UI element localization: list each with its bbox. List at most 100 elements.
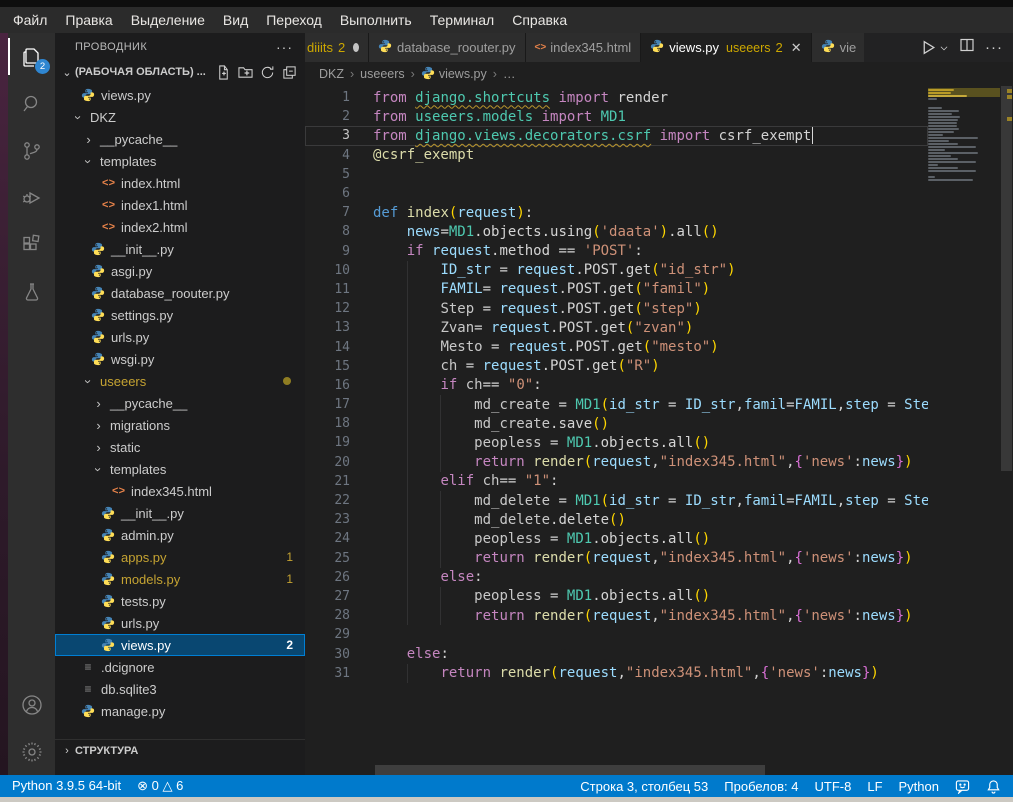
code-line[interactable]: 28 return render(request,"index345.html"… bbox=[305, 606, 928, 625]
code-line[interactable]: 12 Step = request.POST.get("step") bbox=[305, 299, 928, 318]
tree-item-tests-py[interactable]: tests.py bbox=[55, 590, 305, 612]
code-line[interactable]: 6 bbox=[305, 184, 928, 203]
tree-item-useeers[interactable]: ›useeers bbox=[55, 370, 305, 392]
tree-item--dcignore[interactable]: ≡.dcignore bbox=[55, 656, 305, 678]
code-line[interactable]: 16 if ch== "0": bbox=[305, 376, 928, 395]
code-line[interactable]: 4@csrf_exempt bbox=[305, 146, 928, 165]
testing-icon[interactable] bbox=[8, 268, 55, 315]
tree-item-database-roouter-py[interactable]: database_roouter.py bbox=[55, 282, 305, 304]
code-line[interactable]: 20 return render(request,"index345.html"… bbox=[305, 453, 928, 472]
tree-item-index345-html[interactable]: < >index345.html bbox=[55, 480, 305, 502]
tree-item-dkz[interactable]: ›DKZ bbox=[55, 106, 305, 128]
breadcrumb-item[interactable]: views.py bbox=[439, 67, 487, 81]
close-tab-icon[interactable]: ✕ bbox=[791, 40, 802, 56]
tree-item-wsgi-py[interactable]: wsgi.py bbox=[55, 348, 305, 370]
sidebar-more-actions[interactable]: ··· bbox=[276, 39, 293, 55]
tree-item-index2-html[interactable]: < >index2.html bbox=[55, 216, 305, 238]
code-line[interactable]: 23 md_delete.delete() bbox=[305, 510, 928, 529]
refresh-icon[interactable] bbox=[260, 65, 275, 80]
menu-item-справка[interactable]: Справка bbox=[503, 10, 576, 30]
code-line[interactable]: 21 elif ch== "1": bbox=[305, 472, 928, 491]
code-line[interactable]: 2from useeers.models import MD1 bbox=[305, 107, 928, 126]
code-editor[interactable]: 1from django.shortcuts import render2fro… bbox=[305, 86, 1013, 775]
tree-item-manage-py[interactable]: manage.py bbox=[55, 700, 305, 722]
extensions-icon[interactable] bbox=[8, 221, 55, 268]
collapse-folders-icon[interactable] bbox=[282, 65, 297, 80]
feedback-icon[interactable] bbox=[947, 779, 978, 794]
tree-item-db-sqlite3[interactable]: ≡db.sqlite3 bbox=[55, 678, 305, 700]
notifications-bell-icon[interactable] bbox=[978, 779, 1009, 794]
code-line[interactable]: 25 return render(request,"index345.html"… bbox=[305, 549, 928, 568]
status-python-interpreter[interactable]: Python 3.9.5 64-bit bbox=[4, 778, 129, 793]
status-indentation[interactable]: Пробелов: 4 bbox=[716, 779, 806, 794]
editor-tab-vie[interactable]: vie bbox=[812, 33, 864, 62]
tree-item-migrations[interactable]: ›migrations bbox=[55, 414, 305, 436]
tree-item-templates[interactable]: ›templates bbox=[55, 150, 305, 172]
code-line[interactable]: 13 Zvan= request.POST.get("zvan") bbox=[305, 318, 928, 337]
code-line[interactable]: 27 peopless = MD1.objects.all() bbox=[305, 587, 928, 606]
minimap[interactable] bbox=[928, 88, 1000, 181]
breadcrumb-item[interactable]: … bbox=[503, 67, 516, 81]
explorer-icon[interactable]: 2 bbox=[8, 33, 55, 80]
code-line[interactable]: 11 FAMIL= request.POST.get("famil") bbox=[305, 280, 928, 299]
tree-item--init-py[interactable]: __init__.py bbox=[55, 238, 305, 260]
menu-item-выполнить[interactable]: Выполнить bbox=[331, 10, 421, 30]
code-line[interactable]: 24 peopless = MD1.objects.all() bbox=[305, 529, 928, 548]
code-line[interactable]: 17 md_create = MD1(id_str = ID_str,famil… bbox=[305, 395, 928, 414]
status-eol[interactable]: LF bbox=[859, 779, 890, 794]
account-icon[interactable] bbox=[8, 681, 55, 728]
menu-item-правка[interactable]: Правка bbox=[56, 10, 121, 30]
status-encoding[interactable]: UTF-8 bbox=[807, 779, 860, 794]
tree-item-urls-py[interactable]: urls.py bbox=[55, 612, 305, 634]
run-python-file-button[interactable] bbox=[920, 39, 949, 56]
horizontal-scrollbar-thumb[interactable] bbox=[375, 765, 765, 775]
breadcrumb-item[interactable]: useeers bbox=[360, 67, 404, 81]
tree-item-urls-py[interactable]: urls.py bbox=[55, 326, 305, 348]
tree-item--pycache-[interactable]: ›__pycache__ bbox=[55, 128, 305, 150]
source-control-icon[interactable] bbox=[8, 127, 55, 174]
tree-item-asgi-py[interactable]: asgi.py bbox=[55, 260, 305, 282]
editor-tab-index345-html[interactable]: < >index345.html bbox=[526, 33, 642, 62]
menu-item-файл[interactable]: Файл bbox=[4, 10, 56, 30]
code-line[interactable]: 22 md_delete = MD1(id_str = ID_str,famil… bbox=[305, 491, 928, 510]
workspace-section-header[interactable]: ⌄ (РАБОЧАЯ ОБЛАСТЬ) ... bbox=[55, 60, 305, 84]
tree-item--init-py[interactable]: __init__.py bbox=[55, 502, 305, 524]
more-actions-button[interactable]: ··· bbox=[985, 39, 1003, 56]
code-line[interactable]: 15 ch = request.POST.get("R") bbox=[305, 357, 928, 376]
tree-item--pycache-[interactable]: ›__pycache__ bbox=[55, 392, 305, 414]
search-icon[interactable] bbox=[8, 80, 55, 127]
new-folder-icon[interactable] bbox=[238, 65, 253, 80]
tree-item-views-py[interactable]: views.py bbox=[55, 84, 305, 106]
code-line[interactable]: 14 Mesto = request.POST.get("mesto") bbox=[305, 337, 928, 356]
code-line[interactable]: 10 ID_str = request.POST.get("id_str") bbox=[305, 261, 928, 280]
breadcrumb-item[interactable]: DKZ bbox=[319, 67, 344, 81]
menu-item-выделение[interactable]: Выделение bbox=[122, 10, 214, 30]
tree-item-static[interactable]: ›static bbox=[55, 436, 305, 458]
code-line[interactable]: 19 peopless = MD1.objects.all() bbox=[305, 433, 928, 452]
code-line[interactable]: 8 news=MD1.objects.using('daata').all() bbox=[305, 222, 928, 241]
settings-gear-icon[interactable] bbox=[8, 728, 55, 775]
vertical-scrollbar-thumb[interactable] bbox=[1001, 86, 1012, 471]
editor-tab-views-py[interactable]: views.pyuseeers2✕ bbox=[641, 33, 811, 62]
outline-section-header[interactable]: › СТРУКТУРА bbox=[55, 739, 305, 761]
tree-item-index1-html[interactable]: < >index1.html bbox=[55, 194, 305, 216]
tree-item-views-py[interactable]: views.py2 bbox=[55, 634, 305, 656]
new-file-icon[interactable] bbox=[216, 65, 231, 80]
code-line[interactable]: 5 bbox=[305, 165, 928, 184]
code-line[interactable]: 31 return render(request,"index345.html"… bbox=[305, 664, 928, 683]
code-line[interactable]: 29 bbox=[305, 625, 928, 644]
code-line[interactable]: 9 if request.method == 'POST': bbox=[305, 242, 928, 261]
status-language-mode[interactable]: Python bbox=[891, 779, 947, 794]
modified-dot-icon[interactable] bbox=[353, 43, 359, 52]
menu-item-переход[interactable]: Переход bbox=[257, 10, 331, 30]
tree-item-templates[interactable]: ›templates bbox=[55, 458, 305, 480]
tree-item-settings-py[interactable]: settings.py bbox=[55, 304, 305, 326]
editor-tab-database-roouter-py[interactable]: database_roouter.py bbox=[369, 33, 526, 62]
tree-item-apps-py[interactable]: apps.py1 bbox=[55, 546, 305, 568]
breadcrumb[interactable]: DKZ›useeers›views.py›… bbox=[305, 62, 1013, 86]
code-line[interactable]: 7def index(request): bbox=[305, 203, 928, 222]
tree-item-admin-py[interactable]: admin.py bbox=[55, 524, 305, 546]
code-line[interactable]: 30 else: bbox=[305, 644, 928, 663]
code-line[interactable]: 3from django.views.decorators.csrf impor… bbox=[305, 126, 928, 145]
menu-item-терминал[interactable]: Терминал bbox=[421, 10, 503, 30]
